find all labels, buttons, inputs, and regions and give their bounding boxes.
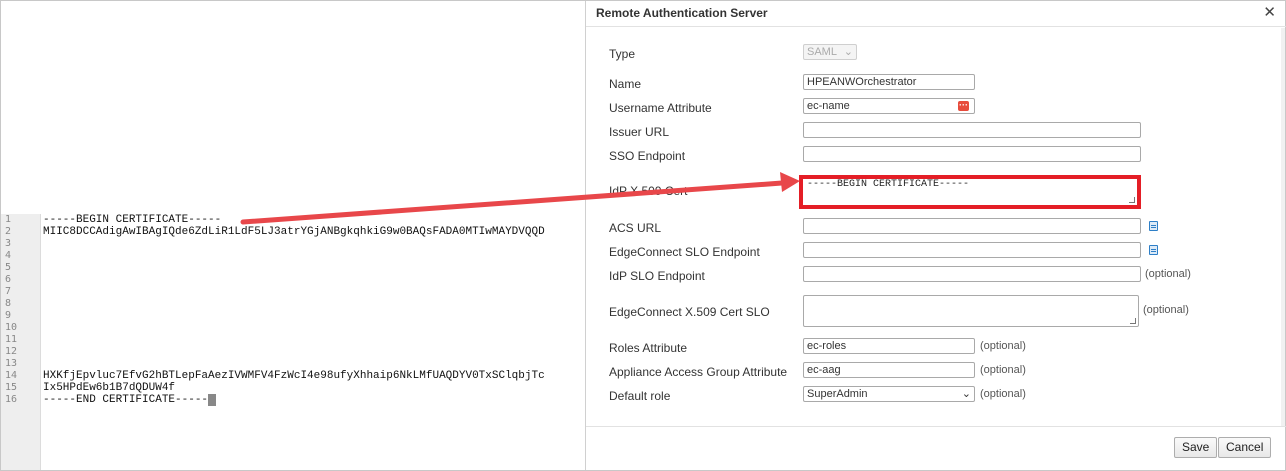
dialog-footer: Save Cancel xyxy=(586,426,1286,470)
line-number: 7 xyxy=(5,286,12,297)
text-cursor xyxy=(208,394,217,406)
line-number: 2 xyxy=(5,226,12,237)
username-attribute-input[interactable]: ec-name ··· xyxy=(803,98,975,114)
name-label: Name xyxy=(609,77,642,91)
idp-slo-endpoint-label: IdP SLO Endpoint xyxy=(609,269,705,283)
acs-url-label: ACS URL xyxy=(609,221,662,235)
close-icon[interactable]: ✕ xyxy=(1263,5,1276,20)
chevron-down-icon: ⌄ xyxy=(843,46,853,58)
edgeconnect-slo-endpoint-input[interactable] xyxy=(803,242,1141,258)
editor-line: 13 xyxy=(1,358,584,370)
line-number: 15 xyxy=(5,382,18,393)
editor-line: 10 xyxy=(1,322,584,334)
dialog-title: Remote Authentication Server xyxy=(596,6,768,20)
default-role-select[interactable]: SuperAdmin ⌄ xyxy=(803,386,975,402)
editor-line: 5 xyxy=(1,262,584,274)
dialog-scrollbar[interactable] xyxy=(1281,28,1285,426)
issuer-url-label: Issuer URL xyxy=(609,125,670,139)
dialog-header: Remote Authentication Server ✕ xyxy=(586,1,1286,27)
optional-hint: (optional) xyxy=(980,364,1026,376)
line-number: 3 xyxy=(5,238,12,249)
roles-attribute-input[interactable]: ec-roles xyxy=(803,338,975,354)
editor-line: 4 xyxy=(1,250,584,262)
cancel-button[interactable]: Cancel xyxy=(1218,437,1272,458)
editor-line: 3 xyxy=(1,238,584,250)
copy-icon[interactable] xyxy=(1149,245,1158,255)
resize-handle[interactable] xyxy=(1129,197,1135,203)
idp-cert-textarea[interactable]: -----BEGIN CERTIFICATE----- xyxy=(807,179,1127,205)
copy-icon[interactable] xyxy=(1149,221,1158,231)
default-role-label: Default role xyxy=(609,389,671,403)
optional-hint: (optional) xyxy=(1143,304,1189,316)
editor-line: 7 xyxy=(1,286,584,298)
issuer-url-input[interactable] xyxy=(803,122,1141,138)
line-text: -----END CERTIFICATE----- xyxy=(43,394,217,406)
optional-hint: (optional) xyxy=(980,340,1026,352)
edgeconnect-cert-slo-textarea[interactable] xyxy=(803,295,1139,327)
line-number: 14 xyxy=(5,370,18,381)
name-input[interactable]: HPEANWOrchestrator xyxy=(803,74,975,90)
appliance-access-group-label: Appliance Access Group Attribute xyxy=(609,365,788,379)
sso-endpoint-input[interactable] xyxy=(803,146,1141,162)
line-number: 12 xyxy=(5,346,18,357)
idp-slo-endpoint-input[interactable] xyxy=(803,266,1141,282)
acs-url-input[interactable] xyxy=(803,218,1141,234)
line-number: 11 xyxy=(5,334,18,345)
remote-auth-server-dialog: Remote Authentication Server ✕ Type SAML… xyxy=(585,1,1286,470)
editor-line: 11 xyxy=(1,334,584,346)
editor-line: 1 -----BEGIN CERTIFICATE----- xyxy=(1,214,584,226)
resize-handle[interactable] xyxy=(1130,318,1136,324)
line-text: -----BEGIN CERTIFICATE----- xyxy=(43,214,222,226)
more-options-icon[interactable]: ··· xyxy=(958,101,969,111)
line-number: 5 xyxy=(5,262,12,273)
editor-line: 16 -----END CERTIFICATE----- xyxy=(1,394,584,406)
line-number: 6 xyxy=(5,274,12,285)
type-select: SAML ⌄ xyxy=(803,44,857,60)
dialog-body: Type SAML ⌄ Name HPEANWOrchestrator User… xyxy=(586,28,1286,426)
sso-endpoint-label: SSO Endpoint xyxy=(609,149,686,163)
editor-line: 12 xyxy=(1,346,584,358)
editor-line: 6 xyxy=(1,274,584,286)
line-number: 1 xyxy=(5,214,12,225)
editor-line: 9 xyxy=(1,310,584,322)
idp-cert-label: IdP X.509 Cert xyxy=(609,184,688,198)
line-number: 10 xyxy=(5,322,18,333)
default-role-value: SuperAdmin xyxy=(807,388,868,400)
edgeconnect-slo-endpoint-label: EdgeConnect SLO Endpoint xyxy=(609,245,760,259)
line-text: MIIC8DCCAdigAwIBAgIQde6ZdLiR1LdF5LJ3atrY… xyxy=(43,226,545,238)
type-label: Type xyxy=(609,47,636,61)
chevron-down-icon: ⌄ xyxy=(961,388,971,400)
username-attribute-label: Username Attribute xyxy=(609,101,712,115)
save-button[interactable]: Save xyxy=(1174,437,1218,458)
type-select-value: SAML xyxy=(807,46,837,58)
editor-line: 14 HXKfjEpvluc7EfvG2hBTLepFaAezIVWMFV4Fz… xyxy=(1,370,584,382)
username-attribute-value: ec-name xyxy=(807,100,850,112)
editor-line: 15 Ix5HPdEw6b1B7dQDUW4f xyxy=(1,382,584,394)
roles-attribute-label: Roles Attribute xyxy=(609,341,688,355)
line-number: 13 xyxy=(5,358,18,369)
certificate-code-editor[interactable]: 1 -----BEGIN CERTIFICATE----- 2 MIIC8DCC… xyxy=(1,214,584,470)
line-text: Ix5HPdEw6b1B7dQDUW4f xyxy=(43,382,176,394)
line-number: 16 xyxy=(5,394,18,405)
line-text: HXKfjEpvluc7EfvG2hBTLepFaAezIVWMFV4FzWcI… xyxy=(43,370,545,382)
line-number: 8 xyxy=(5,298,12,309)
line-number: 9 xyxy=(5,310,12,321)
appliance-access-group-input[interactable]: ec-aag xyxy=(803,362,975,378)
edgeconnect-cert-slo-label: EdgeConnect X.509 Cert SLO xyxy=(609,305,770,319)
editor-line: 2 MIIC8DCCAdigAwIBAgIQde6ZdLiR1LdF5LJ3at… xyxy=(1,226,584,238)
idp-cert-highlight: -----BEGIN CERTIFICATE----- xyxy=(799,175,1141,209)
line-number: 4 xyxy=(5,250,12,261)
editor-line: 8 xyxy=(1,298,584,310)
optional-hint: (optional) xyxy=(1145,268,1191,280)
optional-hint: (optional) xyxy=(980,388,1026,400)
